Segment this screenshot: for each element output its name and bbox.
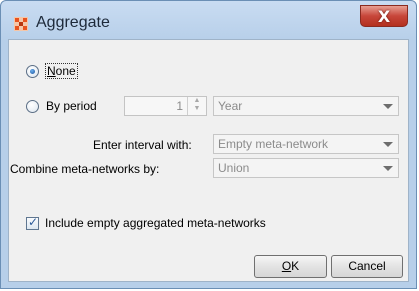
by-period-radio[interactable] <box>26 100 39 113</box>
window-title: Aggregate <box>36 14 110 31</box>
combine-select[interactable]: Union <box>213 158 399 178</box>
chevron-down-icon <box>383 104 393 109</box>
period-value: 1 <box>176 99 183 113</box>
close-icon: X <box>377 7 391 26</box>
checkmark-icon: ✓ <box>28 215 39 229</box>
combine-value: Union <box>218 161 250 175</box>
dialog-content: None By period 1 ▲ ▼ Year Enter interval… <box>8 39 409 282</box>
ok-button[interactable]: OK <box>254 255 327 278</box>
ok-label-rest: K <box>291 259 300 273</box>
title-bar[interactable]: Aggregate X <box>1 1 416 39</box>
none-label[interactable]: None <box>45 63 78 79</box>
aggregate-dialog: Aggregate X None By period 1 ▲ ▼ Year En… <box>0 0 417 289</box>
period-unit-select[interactable]: Year <box>213 96 399 116</box>
spinner-up-icon[interactable]: ▲ <box>188 97 206 105</box>
period-spinner[interactable]: 1 ▲ ▼ <box>124 96 207 116</box>
interval-select[interactable]: Empty meta-network <box>213 134 399 154</box>
interval-label: Enter interval with: <box>93 138 192 152</box>
none-radio[interactable] <box>26 65 39 78</box>
period-unit-value: Year <box>218 99 243 113</box>
none-accel: N <box>47 64 56 78</box>
include-empty-checkbox[interactable]: ✓ <box>26 215 39 230</box>
by-period-label[interactable]: By period <box>46 99 97 113</box>
interval-value: Empty meta-network <box>218 137 329 151</box>
ok-accel: O <box>281 259 292 273</box>
include-empty-label[interactable]: Include empty aggregated meta-networks <box>45 216 266 230</box>
chevron-down-icon <box>383 166 393 171</box>
spinner-down-icon[interactable]: ▼ <box>188 105 206 113</box>
combine-label: Combine meta-networks by: <box>10 162 160 176</box>
close-button[interactable]: X <box>360 5 408 27</box>
none-label-rest: one <box>55 64 76 78</box>
cancel-button[interactable]: Cancel <box>331 255 403 278</box>
spinner-arrows[interactable]: ▲ ▼ <box>187 97 206 115</box>
chevron-down-icon <box>383 142 393 147</box>
aggregate-app-icon <box>14 17 28 31</box>
